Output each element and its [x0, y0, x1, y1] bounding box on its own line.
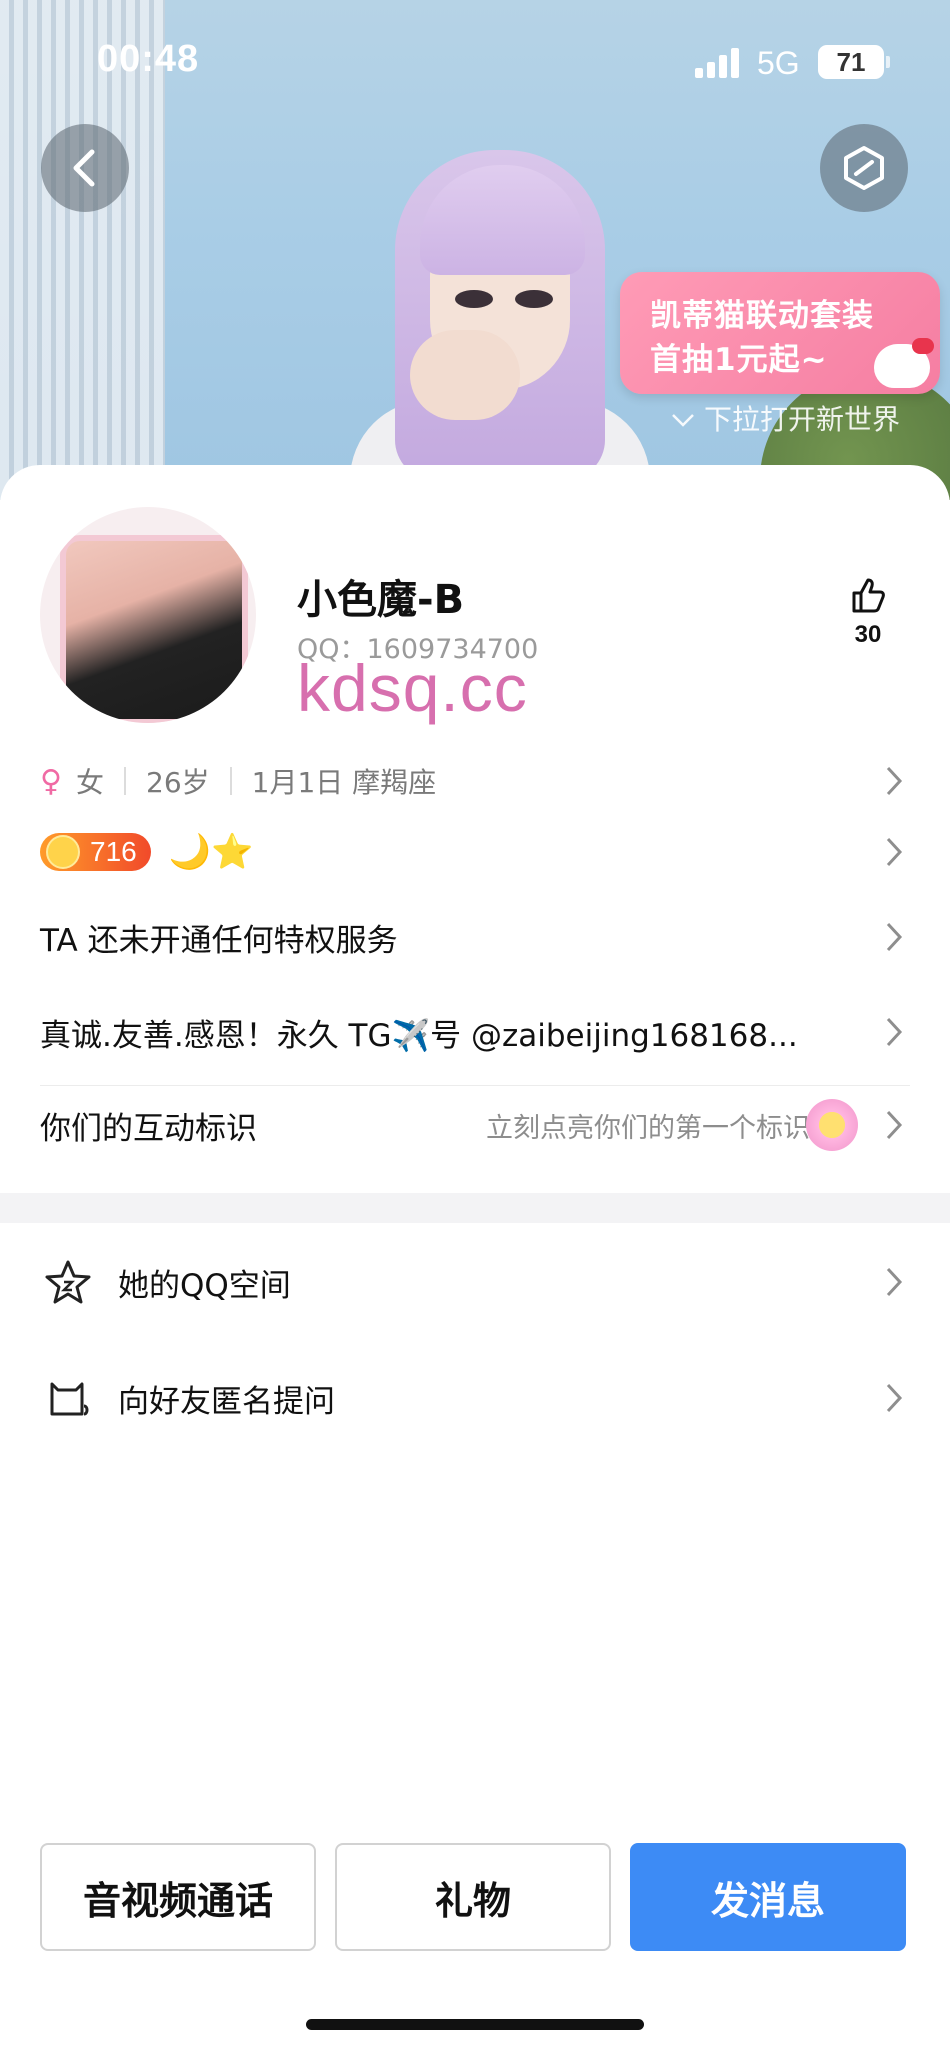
avatar-figure-hand	[410, 330, 520, 420]
interaction-mark-hint: 立刻点亮你们的第一个标识	[486, 1112, 810, 1144]
divider	[229, 767, 232, 795]
chevron-right-icon	[886, 1017, 903, 1047]
back-icon	[73, 149, 95, 187]
qzone-row[interactable]: 她的QQ空间	[40, 1252, 910, 1312]
avatar-figure-eye	[455, 290, 493, 308]
status-time: 00:48	[97, 38, 200, 80]
chevron-right-icon	[886, 1267, 903, 1297]
profile-card: 小色魔-B QQ：1609734700 kdsq.cc 30 ♀ 女 26岁 1…	[0, 465, 950, 2056]
privilege-text: TA 还未开通任何特权服务	[40, 922, 398, 959]
network-type: 5G	[757, 45, 800, 81]
chevron-right-icon	[886, 1110, 903, 1140]
gender-text: 女	[75, 766, 104, 799]
level-icons: 🌙⭐	[168, 832, 254, 872]
super-qq-show-button[interactable]	[820, 124, 908, 212]
chevron-right-icon	[886, 1383, 903, 1413]
pull-down-hint: 下拉打开新世界	[670, 398, 900, 438]
cube-icon	[844, 146, 884, 190]
level-value: 716	[90, 836, 137, 867]
level-row[interactable]: 716 🌙⭐	[40, 822, 910, 882]
promo-bubble[interactable]: 凯蒂猫联动套装 首抽1元起~	[620, 272, 940, 394]
battery-icon: 71	[818, 45, 890, 79]
watermark-text: kdsq.cc	[297, 651, 528, 725]
flower-icon	[806, 1099, 858, 1151]
signature-row[interactable]: 真诚.友善.感恩！永久 TG✈️号 @zaibeijing168168...	[40, 1002, 910, 1062]
home-indicator[interactable]	[306, 2019, 644, 2030]
thumbs-up-icon	[852, 578, 885, 613]
divider	[124, 767, 126, 795]
star-icon	[40, 1254, 96, 1310]
promo-title: 凯蒂猫联动套装	[650, 298, 874, 334]
signature-text: 真诚.友善.感恩！永久 TG✈️号 @zaibeijing168168...	[40, 1017, 798, 1054]
hello-kitty-icon	[874, 338, 934, 388]
section-gap	[0, 1193, 950, 1223]
battery-level: 71	[836, 47, 866, 77]
profile-banner[interactable]: 00:48 5G 71 凯蒂猫联动套装 首抽1元起~ 下拉打开新世界	[0, 0, 950, 500]
avatar[interactable]	[40, 507, 256, 723]
video-call-button[interactable]: 音视频通话	[40, 1843, 316, 1951]
birthday-text: 1月1日 摩羯座	[251, 766, 437, 799]
like-count: 30	[854, 621, 882, 648]
divider	[40, 1085, 910, 1086]
privilege-row[interactable]: TA 还未开通任何特权服务	[40, 907, 910, 967]
signal-icon	[695, 48, 743, 78]
level-badge: 716	[40, 833, 151, 871]
level-coin-icon	[46, 835, 80, 869]
female-icon: ♀	[40, 763, 62, 799]
interaction-mark-row[interactable]: 你们的互动标识 立刻点亮你们的第一个标识	[40, 1095, 910, 1155]
anonymous-ask-label: 向好友匿名提问	[118, 1383, 335, 1420]
back-button[interactable]	[41, 124, 129, 212]
chevron-down-icon	[672, 414, 694, 427]
status-bar: 00:48 5G 71	[0, 0, 950, 120]
chevron-right-icon	[886, 922, 903, 952]
chevron-right-icon	[886, 837, 903, 867]
avatar-figure-eye	[515, 290, 553, 308]
chevron-right-icon	[886, 766, 903, 796]
action-bar: 音视频通话 礼物 发消息	[40, 1843, 906, 1951]
profile-name: 小色魔-B	[297, 577, 465, 623]
avatar-photo	[60, 535, 248, 723]
send-message-button[interactable]: 发消息	[630, 1843, 906, 1951]
anonymous-ask-row[interactable]: 向好友匿名提问	[40, 1368, 910, 1428]
cat-box-icon	[40, 1370, 96, 1426]
basic-info-row[interactable]: ♀ 女 26岁 1月1日 摩羯座	[40, 751, 910, 811]
interaction-mark-label: 你们的互动标识	[40, 1110, 257, 1147]
age-text: 26岁	[146, 766, 210, 799]
qzone-label: 她的QQ空间	[118, 1267, 291, 1304]
gift-button[interactable]: 礼物	[335, 1843, 611, 1951]
pull-down-hint-text: 下拉打开新世界	[704, 403, 901, 436]
promo-subtitle: 首抽1元起~	[650, 342, 828, 378]
like-button[interactable]: 30	[840, 575, 896, 649]
